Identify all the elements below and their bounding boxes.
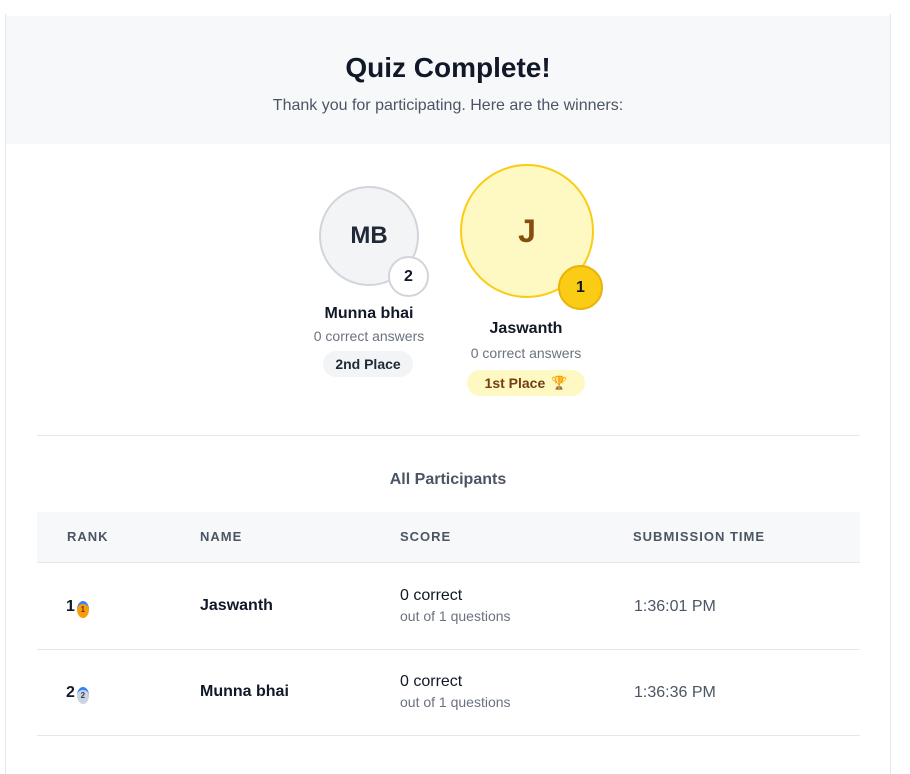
score-cell: 0 correct out of 1 questions: [400, 673, 511, 710]
winner-score-second: 0 correct answers: [313, 328, 425, 344]
column-header-rank: RANK: [67, 529, 109, 544]
rank-value: 2: [66, 684, 75, 701]
score-value: 0 correct: [400, 587, 463, 604]
page-subtitle: Thank you for participating. Here are th…: [272, 97, 624, 114]
submission-time: 1:36:01 PM: [634, 598, 716, 615]
participant-name: Jaswanth: [200, 597, 273, 614]
rank-badge-first: 1: [558, 265, 603, 310]
results-header: Quiz Complete! Thank you for participati…: [6, 16, 890, 144]
score-value: 0 correct: [400, 673, 463, 690]
table-row: 1 1 Jaswanth 0 correct out of 1 question…: [37, 563, 860, 650]
table-row: 2 2 Munna bhai 0 correct out of 1 questi…: [37, 649, 860, 736]
table-header: RANK NAME SCORE SUBMISSION TIME: [37, 512, 860, 563]
column-header-submission-time: SUBMISSION TIME: [633, 529, 766, 544]
page-title: Quiz Complete!: [345, 52, 551, 83]
rank-badge-second: 2: [388, 256, 429, 297]
score-total: out of 1 questions: [400, 608, 511, 624]
submission-time: 1:36:36 PM: [634, 684, 716, 701]
place-badge-first: 1st Place 🏆: [467, 370, 585, 396]
place-label-first: 1st Place: [484, 375, 546, 391]
winner-name-first: Jaswanth: [489, 320, 563, 337]
participant-name: Munna bhai: [200, 683, 289, 700]
score-total: out of 1 questions: [400, 694, 511, 710]
column-header-score: SCORE: [400, 529, 452, 544]
place-label-second: 2nd Place: [335, 356, 401, 372]
winner-name-second: Munna bhai: [324, 305, 414, 322]
trophy-icon: 🏆: [551, 375, 568, 390]
winner-score-first: 0 correct answers: [470, 345, 582, 361]
rank-value: 1: [66, 598, 75, 615]
silver-medal-icon: 2: [76, 686, 89, 704]
participants-title: All Participants: [389, 471, 507, 488]
place-badge-second: 2nd Place: [323, 351, 413, 377]
gold-medal-icon: 1: [76, 600, 89, 618]
rank-cell: 1 1: [66, 598, 89, 618]
rank-cell: 2 2: [66, 684, 89, 704]
column-header-name: NAME: [200, 529, 243, 544]
results-card: Quiz Complete! Thank you for participati…: [5, 14, 891, 774]
score-cell: 0 correct out of 1 questions: [400, 587, 511, 624]
section-divider: [37, 435, 860, 436]
